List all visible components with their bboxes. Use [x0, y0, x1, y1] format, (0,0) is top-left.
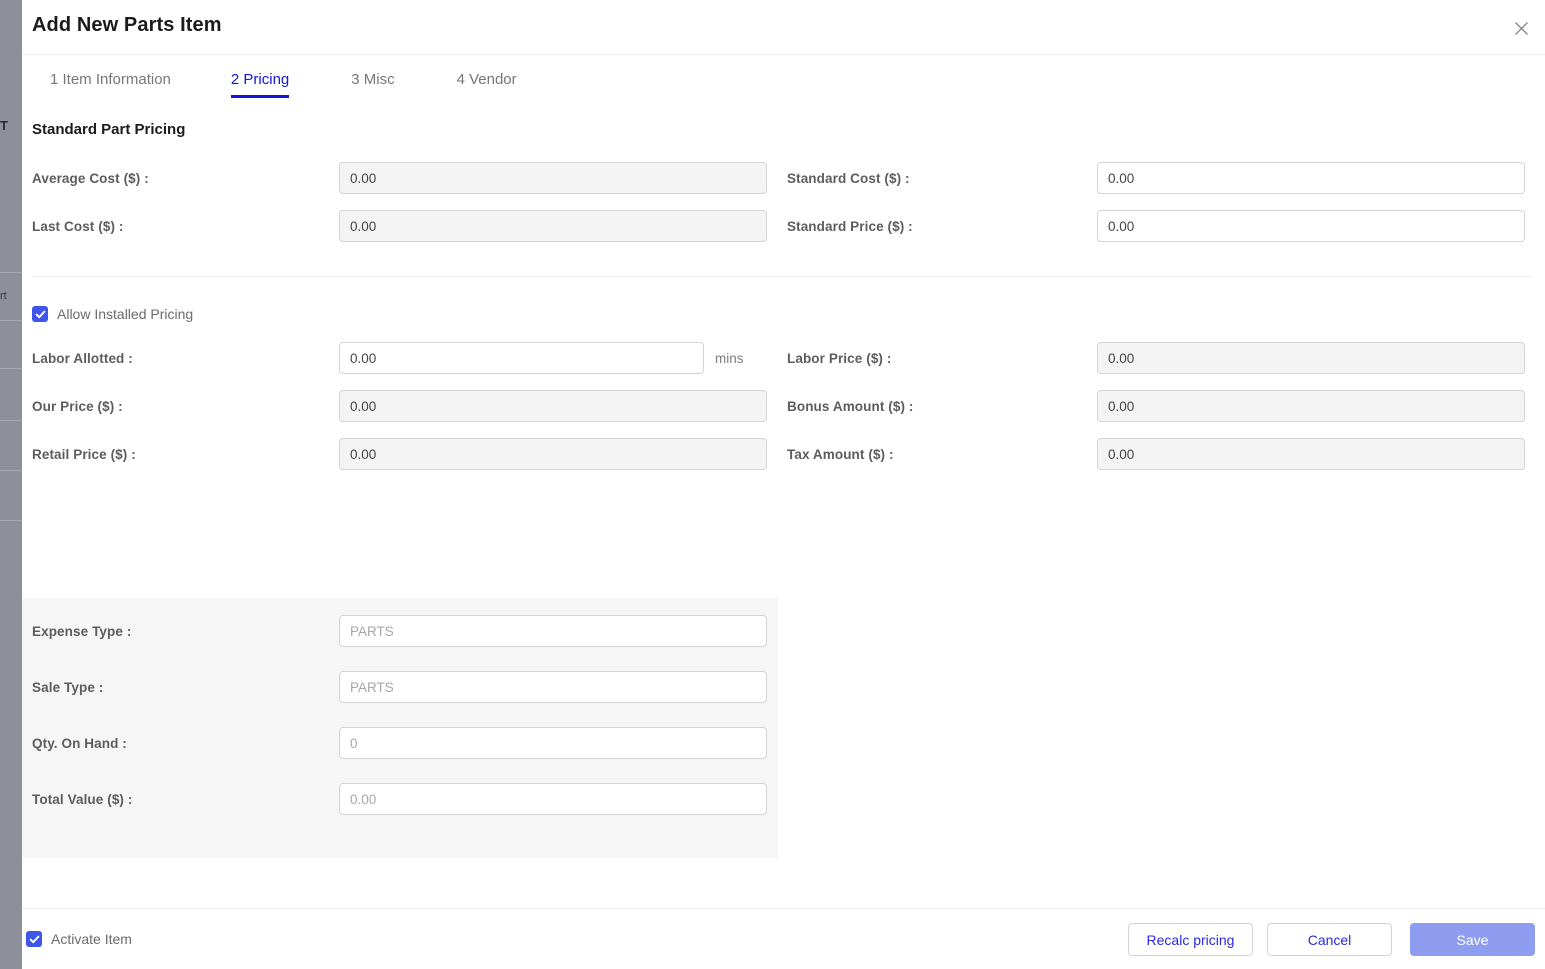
dialog-tabs: 1 Item Information 2 Pricing 3 Misc 4 Ve…	[22, 55, 1545, 110]
bg-band	[0, 0, 22, 969]
retail-price-input[interactable]	[339, 438, 767, 470]
save-button[interactable]: Save	[1410, 923, 1535, 956]
field-label: Last Cost ($) :	[32, 218, 124, 234]
field-standard-price: Standard Price ($) :	[787, 210, 1525, 242]
field-expense-type: Expense Type :	[32, 615, 767, 647]
bg-text-fragment: rt	[0, 290, 7, 302]
standard-cost-input[interactable]	[1097, 162, 1525, 194]
field-label: Standard Cost ($) :	[787, 170, 910, 186]
close-icon[interactable]	[1507, 14, 1535, 42]
checkbox-label: Activate Item	[51, 931, 132, 947]
field-labor-price: Labor Price ($) :	[787, 342, 1525, 374]
field-total-value: Total Value ($) :	[32, 783, 767, 815]
dialog-footer: Activate Item Recalc pricing Cancel Save	[22, 908, 1545, 969]
bg-text-fragment: T	[0, 118, 8, 133]
field-label: Labor Price ($) :	[787, 350, 892, 366]
cancel-button[interactable]: Cancel	[1267, 923, 1392, 956]
tab-vendor[interactable]: 4 Vendor	[457, 65, 517, 98]
section-title-standard-part-pricing: Standard Part Pricing	[32, 121, 186, 138]
labor-allotted-input[interactable]	[339, 342, 704, 374]
field-label: Our Price ($) :	[32, 398, 123, 414]
bg-divider	[0, 320, 22, 321]
recalc-pricing-button[interactable]: Recalc pricing	[1128, 923, 1253, 956]
activate-item-checkbox[interactable]: Activate Item	[26, 931, 132, 947]
bg-divider	[0, 420, 22, 421]
total-value-input[interactable]	[339, 783, 767, 815]
field-last-cost: Last Cost ($) :	[32, 210, 767, 242]
field-label: Bonus Amount ($) :	[787, 398, 914, 414]
field-sale-type: Sale Type :	[32, 671, 767, 703]
bg-divider	[0, 470, 22, 471]
sale-type-input[interactable]	[339, 671, 767, 703]
field-label: Tax Amount ($) :	[787, 446, 894, 462]
field-retail-price: Retail Price ($) :	[32, 438, 767, 470]
field-qty-on-hand: Qty. On Hand :	[32, 727, 767, 759]
field-label: Standard Price ($) :	[787, 218, 913, 234]
add-new-parts-item-dialog: Add New Parts Item 1 Item Information 2 …	[22, 0, 1545, 969]
labor-price-input[interactable]	[1097, 342, 1525, 374]
dialog-header: Add New Parts Item	[22, 0, 1545, 55]
our-price-input[interactable]	[339, 390, 767, 422]
checkbox-label: Allow Installed Pricing	[57, 306, 194, 322]
checkbox-check-icon	[26, 931, 42, 947]
field-labor-allotted: Labor Allotted : mins	[32, 342, 744, 374]
field-bonus-amount: Bonus Amount ($) :	[787, 390, 1525, 422]
field-label: Average Cost ($) :	[32, 170, 149, 186]
qty-on-hand-input[interactable]	[339, 727, 767, 759]
field-our-price: Our Price ($) :	[32, 390, 767, 422]
bg-divider	[0, 368, 22, 369]
checkbox-check-icon	[32, 306, 48, 322]
tax-amount-input[interactable]	[1097, 438, 1525, 470]
field-label: Total Value ($) :	[32, 791, 133, 807]
dialog-title: Add New Parts Item	[32, 14, 222, 36]
field-label: Sale Type :	[32, 679, 104, 695]
standard-price-input[interactable]	[1097, 210, 1525, 242]
tab-misc[interactable]: 3 Misc	[351, 65, 394, 98]
bg-divider	[0, 520, 22, 521]
labor-allotted-unit: mins	[715, 350, 744, 366]
expense-type-input[interactable]	[339, 615, 767, 647]
dialog-body: Standard Part Pricing Average Cost ($) :…	[22, 110, 1545, 908]
background-page-sliver: T rt	[0, 0, 22, 969]
tab-pricing[interactable]: 2 Pricing	[230, 65, 290, 98]
field-tax-amount: Tax Amount ($) :	[787, 438, 1525, 470]
bonus-amount-input[interactable]	[1097, 390, 1525, 422]
last-cost-input[interactable]	[339, 210, 767, 242]
field-average-cost: Average Cost ($) :	[32, 162, 767, 194]
section-divider	[32, 276, 1532, 277]
average-cost-input[interactable]	[339, 162, 767, 194]
tab-item-information[interactable]: 1 Item Information	[50, 65, 171, 98]
field-label: Retail Price ($) :	[32, 446, 136, 462]
field-label: Labor Allotted :	[32, 350, 133, 366]
field-label: Expense Type :	[32, 623, 132, 639]
bg-divider	[0, 272, 22, 273]
field-standard-cost: Standard Cost ($) :	[787, 162, 1525, 194]
allow-installed-pricing-checkbox[interactable]: Allow Installed Pricing	[32, 306, 193, 322]
field-label: Qty. On Hand :	[32, 735, 127, 751]
